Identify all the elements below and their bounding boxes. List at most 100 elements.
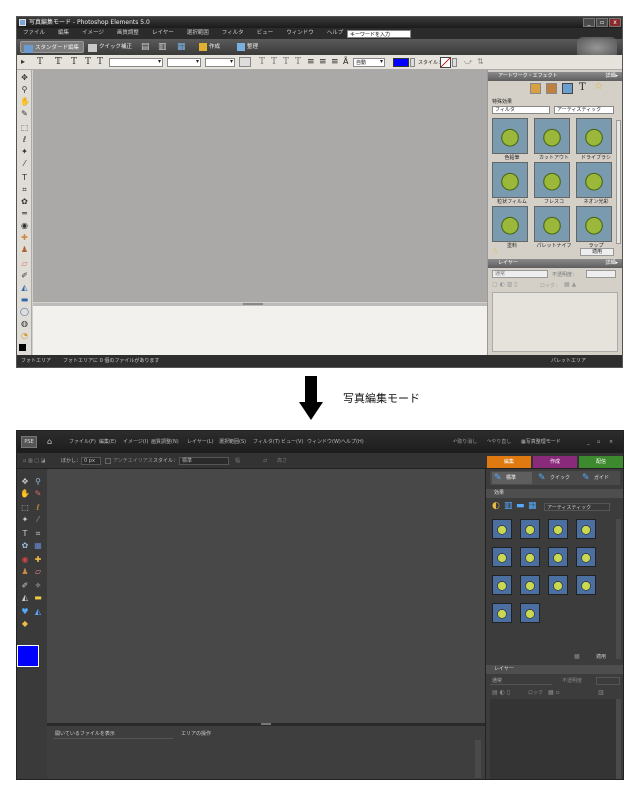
eyedropper-tool-icon[interactable]: ✎ [33, 489, 43, 498]
effect-thumb[interactable] [520, 603, 540, 623]
anti-alias-button[interactable] [239, 57, 251, 67]
align-center-icon[interactable]: ≡ [319, 57, 327, 67]
effect-thumb-plastic-wrap[interactable]: ラップ [576, 206, 616, 249]
open-icon[interactable]: ▥ [158, 42, 167, 52]
filters-icon[interactable]: ◐ [492, 501, 500, 511]
type-tool-icon[interactable]: T [20, 174, 29, 182]
maximize-button[interactable]: ▫ [597, 431, 600, 453]
tab-create[interactable]: 作成 [533, 456, 577, 468]
close-button[interactable]: x [609, 18, 621, 27]
vertical-mask-icon[interactable]: T [85, 57, 91, 67]
layers-scrollbar[interactable] [616, 699, 621, 779]
eyedropper-tool-icon[interactable]: ✎ [20, 110, 29, 118]
hand-tool-icon[interactable]: ✋ [20, 98, 30, 106]
clone-stamp-tool-icon[interactable]: ♟ [20, 567, 30, 576]
gradient-tool-icon[interactable]: ▬ [20, 296, 29, 304]
effect-thumb[interactable] [492, 575, 512, 595]
menu-file[interactable]: ファイル [23, 28, 45, 39]
selection-brush-tool-icon[interactable]: ⁄ [33, 515, 43, 524]
effect-thumb[interactable] [548, 575, 568, 595]
foreground-color-swatch[interactable] [17, 645, 39, 667]
lasso-tool-icon[interactable]: ℓ [20, 136, 29, 144]
type-mask-vertical-icon[interactable]: T [97, 57, 103, 67]
selection-brush-tool-icon[interactable]: ⁄ [20, 160, 29, 168]
lasso-tool-icon[interactable]: ℓ [33, 503, 43, 512]
project-bin[interactable]: 開いているファイルを表示 エリアの操作 [47, 723, 485, 779]
blur-tool-icon[interactable]: ◭ [33, 607, 43, 616]
effect-thumb[interactable] [492, 603, 512, 623]
crop-tool-icon[interactable]: ⌗ [33, 529, 43, 538]
menu-layer[interactable]: レイヤー [152, 28, 174, 39]
effect-thumb[interactable] [548, 547, 568, 567]
move-tool-icon[interactable]: ▸ [21, 57, 25, 66]
themes-icon[interactable] [546, 83, 557, 94]
zoom-tool-icon[interactable]: ⚲ [20, 86, 29, 94]
trash-icon[interactable]: ▥ [598, 689, 604, 696]
layers-list[interactable] [492, 292, 618, 352]
new-layer-icon[interactable]: ▢ ◐ ▥ ▯ [492, 281, 518, 288]
menu-select[interactable]: 選択範囲 [187, 28, 209, 39]
antialias-checkbox[interactable] [105, 458, 111, 464]
underline-icon[interactable]: T [283, 57, 289, 67]
new-layer-icon[interactable]: ▤ ◐ ▯ [492, 689, 510, 696]
healing-brush-tool-icon[interactable]: ✚ [33, 555, 43, 564]
tab-share[interactable]: 配信 [579, 456, 623, 468]
effect-thumb-cutout[interactable]: カットアウト [534, 118, 574, 161]
align-right-icon[interactable]: ≡ [331, 57, 339, 67]
menu-edit[interactable]: 編集 [58, 28, 69, 39]
blend-mode-select[interactable]: 通常 [492, 270, 548, 278]
shape-tool-icon[interactable]: ◯ [20, 308, 29, 316]
effect-type-select[interactable]: フィルタ [492, 106, 550, 114]
organize-button[interactable]: 整理 [237, 41, 258, 53]
clone-stamp-tool-icon[interactable]: ♟ [20, 246, 29, 254]
palette-bin-toggle[interactable]: パレットエリア [551, 355, 586, 367]
sponge-tool-icon[interactable]: ◆ [20, 619, 30, 628]
menu-file[interactable]: ファイル(F) [69, 431, 96, 453]
photo-bin-toggle[interactable]: フォトエリア [21, 355, 51, 367]
menu-layer[interactable]: レイヤー(L) [187, 431, 214, 453]
effect-thumb-film-grain[interactable]: 粒状フィルム [492, 162, 532, 205]
photo-bin[interactable] [33, 303, 487, 355]
opacity-field[interactable] [586, 270, 616, 278]
straighten-tool-icon[interactable]: ═ [20, 210, 29, 218]
opacity-field[interactable] [596, 677, 620, 685]
smart-brush-tool-icon[interactable]: ✧ [33, 581, 43, 590]
straighten-tool-icon[interactable]: ▦ [33, 541, 43, 550]
bin-scrollbar[interactable] [475, 740, 481, 778]
effect-thumb[interactable] [576, 575, 596, 595]
effect-thumb-paint-daubs[interactable]: 塗料 [492, 206, 532, 249]
type-tool-icon[interactable]: T [20, 529, 30, 538]
eraser-tool-icon[interactable]: ▱ [33, 567, 43, 576]
bin-resize-handle[interactable] [243, 303, 263, 305]
magic-wand-tool-icon[interactable]: ✦ [20, 515, 30, 524]
faux-italic-icon[interactable]: T [271, 57, 277, 67]
menu-window[interactable]: ウィンドウ [286, 28, 314, 39]
effect-thumb-fresco[interactable]: フレスコ [534, 162, 574, 205]
tab-edit[interactable]: 編集 [487, 456, 531, 468]
brush-tool-icon[interactable]: ✐ [20, 272, 29, 280]
special-effects-icon[interactable] [562, 83, 573, 94]
leading-select[interactable]: 自動 [353, 58, 385, 67]
effect-thumb-dry-brush[interactable]: ドライブラシ [576, 118, 616, 161]
menu-enhance[interactable]: 画質調整 [117, 28, 139, 39]
style-select[interactable]: 標準 [179, 457, 229, 465]
quick-fix-button[interactable]: ✎ クイック [536, 472, 576, 484]
menu-filter[interactable]: フィルタ(T) [253, 431, 280, 453]
effect-thumb[interactable] [492, 547, 512, 567]
all-effects-icon[interactable]: ▦ [528, 501, 537, 511]
marquee-tool-icon[interactable]: ⬚ [20, 124, 29, 132]
maximize-button[interactable]: ▫ [596, 18, 608, 27]
full-edit-button[interactable]: ✎ 標準 [492, 472, 532, 484]
effect-thumb-palette-knife[interactable]: パレットナイフ [534, 206, 574, 249]
cookie-cutter-tool-icon[interactable]: ✿ [20, 541, 30, 550]
menu-edit[interactable]: 編集(E) [99, 431, 116, 453]
bin-resize-handle[interactable] [261, 723, 271, 725]
effect-thumb[interactable] [520, 575, 540, 595]
strikethrough-icon[interactable]: T [295, 57, 301, 67]
layers-panel-more[interactable]: 詳細▸ [605, 259, 618, 268]
guided-edit-button[interactable]: ✎ ガイド [580, 472, 620, 484]
organizer-button[interactable]: ▦写真整理モード [521, 431, 561, 453]
standard-edit-button[interactable]: スタンダード編集 [20, 41, 85, 53]
zoom-tool-icon[interactable]: ⚲ [33, 477, 43, 486]
bin-actions-menu[interactable]: エリアの操作 [181, 730, 211, 739]
